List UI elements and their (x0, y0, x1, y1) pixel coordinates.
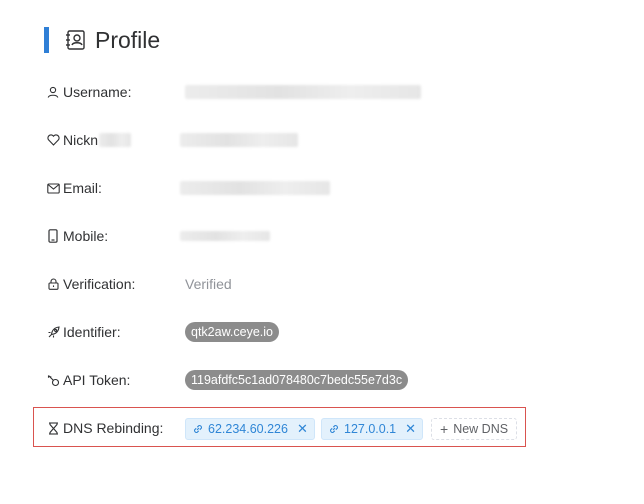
email-label: Email: (63, 180, 102, 196)
redacted-username (185, 85, 421, 99)
dns-tag-label: 62.234.60.226 (208, 422, 288, 436)
dns-tag-label: 127.0.0.1 (344, 422, 397, 436)
verification-row: Verification: (46, 272, 135, 296)
page-header: Profile (44, 26, 160, 54)
mobile-row: Mobile: (46, 224, 108, 248)
mobile-value (180, 224, 270, 248)
new-dns-label: New DNS (453, 422, 509, 436)
username-value (185, 80, 421, 104)
api-token-label: API Token: (63, 372, 131, 388)
verification-label: Verification: (63, 276, 136, 292)
close-icon[interactable]: ✕ (297, 421, 308, 437)
mail-icon (46, 181, 60, 195)
plus-icon: + (440, 421, 449, 437)
close-icon[interactable]: ✕ (405, 421, 416, 437)
link-icon (328, 423, 340, 435)
identifier-label: Identifier: (63, 324, 121, 340)
redacted-nickname (180, 133, 298, 147)
hourglass-icon (46, 421, 60, 435)
identifier-pill[interactable]: qtk2aw.ceye.io (185, 322, 279, 342)
dns-rebinding-label: DNS Rebinding: (63, 420, 164, 436)
redacted-email (180, 181, 330, 195)
key-icon (46, 373, 60, 387)
mobile-icon (46, 229, 60, 243)
username-row: Username: (46, 80, 131, 104)
link-icon (192, 423, 204, 435)
nickname-label: Nickn (63, 132, 99, 148)
lock-icon (46, 277, 60, 291)
profile-card-icon (65, 29, 87, 51)
email-row: Email: (46, 176, 102, 200)
user-icon (46, 85, 60, 99)
identifier-row: Identifier: (46, 320, 121, 344)
dns-tag[interactable]: 127.0.0.1 ✕ (321, 418, 424, 440)
verification-status: Verified (185, 276, 232, 292)
api-token-row: API Token: (46, 368, 130, 392)
redacted-mobile (180, 231, 270, 241)
verification-value: Verified (185, 272, 232, 296)
heart-icon (46, 133, 60, 147)
rocket-icon (46, 325, 60, 339)
mobile-label: Mobile: (63, 228, 109, 244)
redacted-nickname-label (99, 133, 132, 147)
dns-tag[interactable]: 62.234.60.226 ✕ (185, 418, 315, 440)
header-accent-bar (44, 27, 49, 53)
new-dns-button[interactable]: + New DNS (431, 418, 518, 440)
dns-rebinding-row: DNS Rebinding: (46, 416, 163, 440)
nickname-value (180, 128, 298, 152)
api-token-pill[interactable]: 119afdfc5c1ad078480c7bedc55e7d3c (185, 370, 409, 390)
api-token-value: 119afdfc5c1ad078480c7bedc55e7d3c (185, 368, 409, 392)
nickname-row: Nickn (46, 128, 132, 152)
identifier-value: qtk2aw.ceye.io (185, 320, 279, 344)
email-value (180, 176, 330, 200)
page-title: Profile (95, 26, 161, 53)
username-label: Username: (63, 84, 132, 100)
